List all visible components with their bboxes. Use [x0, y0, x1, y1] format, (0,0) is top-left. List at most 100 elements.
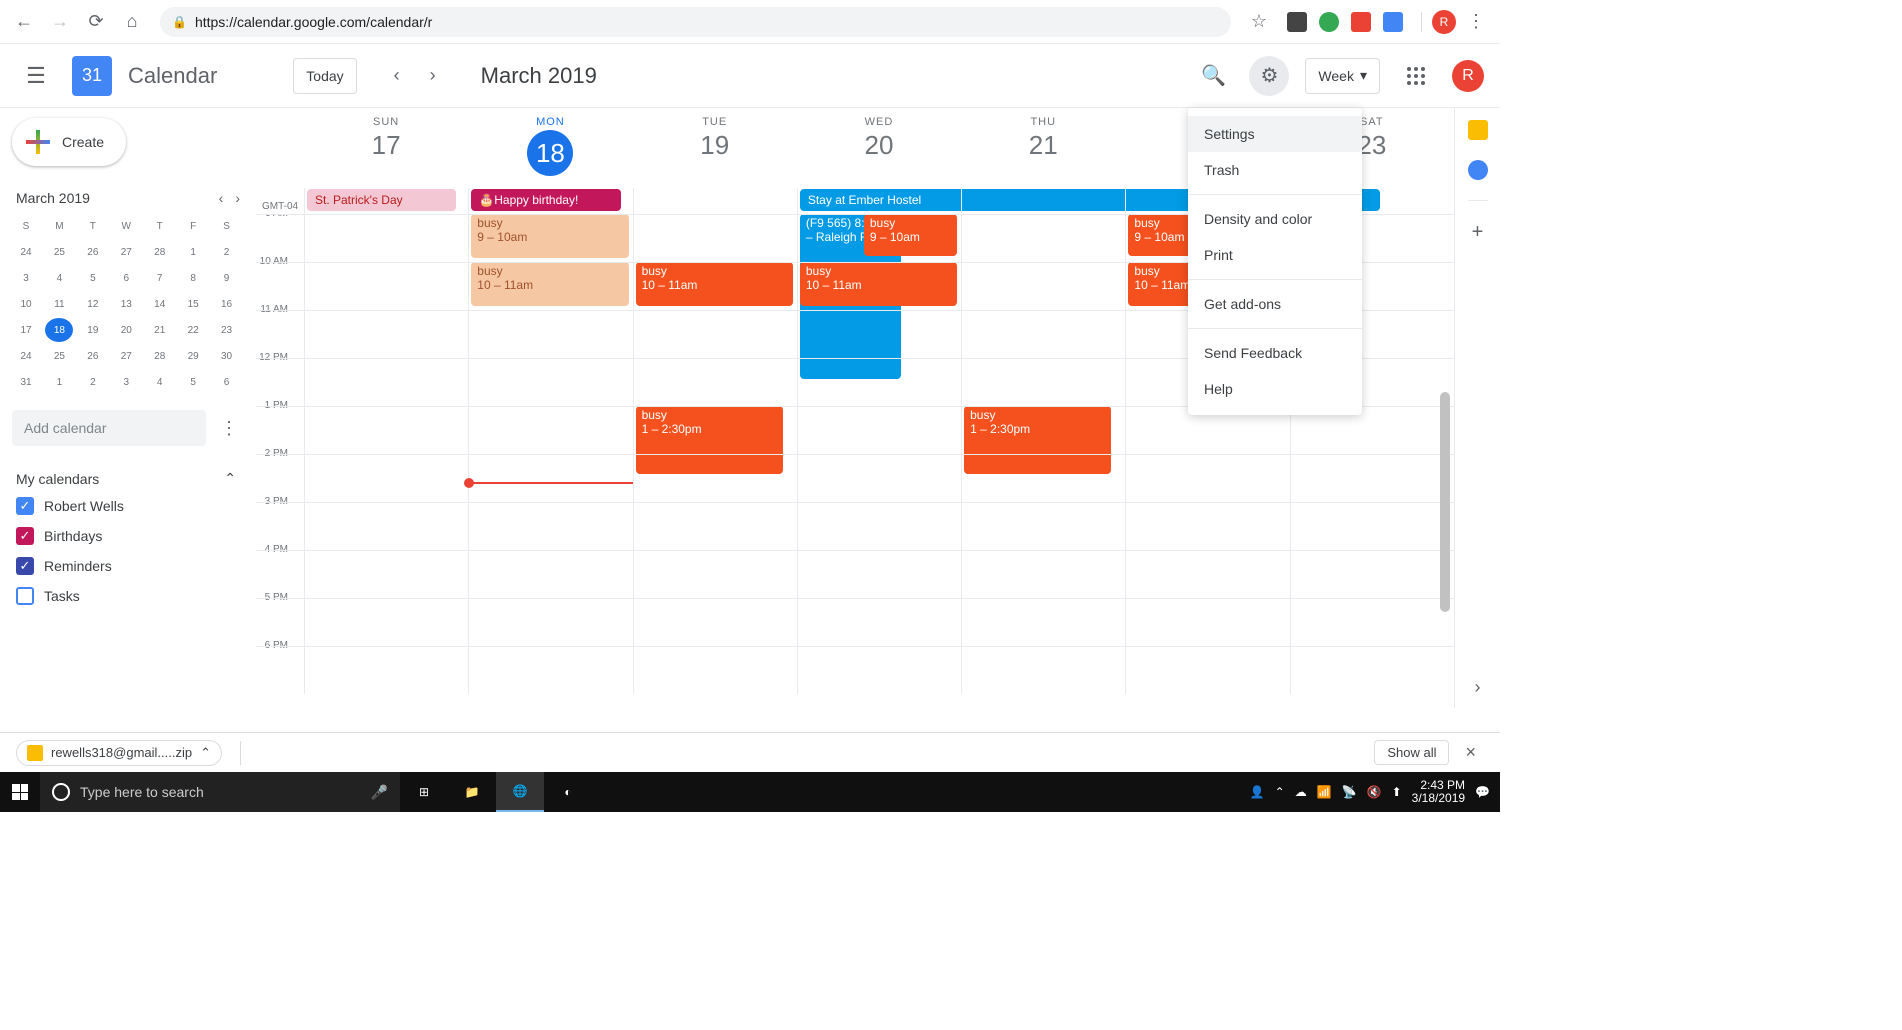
notifications-icon[interactable]: 💬	[1475, 785, 1490, 799]
google-apps-button[interactable]	[1396, 56, 1436, 96]
address-bar[interactable]: 🔒 https://calendar.google.com/calendar/r	[160, 7, 1231, 37]
mic-icon[interactable]: 🎤	[371, 784, 388, 801]
sync-icon[interactable]: ⬆	[1392, 785, 1402, 799]
mini-prev-button[interactable]: ‹	[219, 190, 224, 206]
day-header[interactable]: WED20	[797, 108, 961, 186]
day-column[interactable]: busy1 – 2:30pm	[961, 214, 1125, 694]
browser-menu-icon[interactable]: ⋮	[1460, 6, 1492, 38]
mini-day[interactable]: 30	[213, 344, 241, 368]
my-calendars-header[interactable]: My calendars ⌃	[12, 466, 244, 491]
next-period-button[interactable]: ›	[417, 60, 449, 92]
mini-day[interactable]: 5	[179, 370, 207, 394]
add-calendar-input[interactable]: Add calendar	[12, 410, 206, 446]
add-addon-button[interactable]: +	[1472, 221, 1484, 244]
mini-day[interactable]: 28	[146, 240, 174, 264]
view-selector[interactable]: Week ▾	[1305, 58, 1380, 94]
mini-day[interactable]: 26	[79, 240, 107, 264]
mini-day[interactable]: 24	[12, 240, 40, 264]
reload-button[interactable]: ⟳	[80, 6, 112, 38]
mini-day[interactable]: 24	[12, 344, 40, 368]
add-calendar-menu[interactable]: ⋮	[214, 418, 244, 439]
profile-avatar[interactable]: R	[1432, 10, 1456, 34]
mini-day[interactable]: 17	[12, 318, 40, 342]
calendar-event[interactable]: busy9 – 10am	[864, 214, 957, 256]
menu-item-feedback[interactable]: Send Feedback	[1188, 335, 1362, 371]
calendar-toggle[interactable]: ✓Reminders	[12, 551, 244, 581]
mini-day[interactable]: 3	[12, 266, 40, 290]
mini-day[interactable]: 26	[79, 344, 107, 368]
calendar-event[interactable]: busy10 – 11am	[636, 262, 793, 306]
extension-icon[interactable]	[1351, 12, 1371, 32]
day-column[interactable]: (F9 565) 8:35am – Raleigh R busy9 – 10am…	[797, 214, 961, 694]
checkbox[interactable]: ✓	[16, 557, 34, 575]
day-column[interactable]: busy10 – 11am busy1 – 2:30pm	[633, 214, 797, 694]
scrollbar-thumb[interactable]	[1440, 392, 1450, 612]
close-download-bar[interactable]: ×	[1457, 742, 1484, 763]
steam-icon[interactable]: ◐	[544, 772, 592, 812]
mini-day[interactable]: 20	[112, 318, 140, 342]
calendar-toggle[interactable]: Tasks	[12, 581, 244, 611]
network-icon[interactable]: 📶	[1317, 785, 1332, 799]
mini-day[interactable]: 23	[213, 318, 241, 342]
mini-day[interactable]: 16	[213, 292, 241, 316]
wifi-icon[interactable]: 📡	[1342, 785, 1357, 799]
task-view-button[interactable]: ⊞	[400, 772, 448, 812]
mini-day[interactable]: 2	[213, 240, 241, 264]
day-column[interactable]	[304, 214, 468, 694]
mini-day[interactable]: 25	[45, 344, 73, 368]
today-button[interactable]: Today	[293, 58, 356, 94]
search-button[interactable]: 🔍	[1193, 56, 1233, 96]
day-column[interactable]: busy9 – 10am busy10 – 11am	[468, 214, 632, 694]
mini-day[interactable]: 3	[112, 370, 140, 394]
day-header[interactable]: SUN17	[304, 108, 468, 186]
calendar-event[interactable]: busy10 – 11am	[800, 262, 957, 306]
calendar-toggle[interactable]: ✓Birthdays	[12, 521, 244, 551]
calendar-event[interactable]: busy10 – 11am	[471, 262, 628, 306]
day-header[interactable]: THU21	[961, 108, 1125, 186]
mini-day[interactable]: 7	[146, 266, 174, 290]
checkbox[interactable]: ✓	[16, 527, 34, 545]
day-header[interactable]: MON18	[468, 108, 632, 186]
mini-day[interactable]: 10	[12, 292, 40, 316]
settings-button[interactable]: ⚙	[1249, 56, 1289, 96]
mini-day[interactable]: 31	[12, 370, 40, 394]
menu-item-settings[interactable]: Settings	[1188, 116, 1362, 152]
prev-period-button[interactable]: ‹	[381, 60, 413, 92]
expand-side-panel[interactable]: ›	[1475, 677, 1481, 698]
mini-day[interactable]: 6	[112, 266, 140, 290]
keep-icon[interactable]	[1468, 120, 1488, 140]
account-avatar[interactable]: R	[1452, 60, 1484, 92]
day-header[interactable]: TUE19	[633, 108, 797, 186]
mini-day[interactable]: 14	[146, 292, 174, 316]
mini-day[interactable]: 1	[45, 370, 73, 394]
mini-day[interactable]: 11	[45, 292, 73, 316]
forward-button[interactable]: →	[44, 6, 76, 38]
start-button[interactable]	[0, 772, 40, 812]
mini-day[interactable]: 12	[79, 292, 107, 316]
clock[interactable]: 2:43 PM 3/18/2019	[1412, 779, 1465, 805]
tray-chevron-icon[interactable]: ⌃	[1275, 785, 1285, 799]
mini-day[interactable]: 29	[179, 344, 207, 368]
onedrive-icon[interactable]: ☁	[1295, 785, 1307, 799]
show-all-downloads[interactable]: Show all	[1374, 740, 1449, 765]
mini-day[interactable]: 22	[179, 318, 207, 342]
checkbox[interactable]	[16, 587, 34, 605]
menu-item-addons[interactable]: Get add-ons	[1188, 286, 1362, 322]
download-chip[interactable]: rewells318@gmail.....zip ⌃	[16, 740, 222, 766]
chrome-icon[interactable]: 🌐	[496, 772, 544, 812]
mini-day[interactable]: 6	[213, 370, 241, 394]
extension-icon[interactable]	[1383, 12, 1403, 32]
tasks-icon[interactable]	[1468, 160, 1488, 180]
checkbox[interactable]: ✓	[16, 497, 34, 515]
mini-day[interactable]: 21	[146, 318, 174, 342]
mini-day[interactable]: 18	[45, 318, 73, 342]
extension-icon[interactable]	[1287, 12, 1307, 32]
mini-day[interactable]: 8	[179, 266, 207, 290]
menu-item-help[interactable]: Help	[1188, 371, 1362, 407]
mini-day[interactable]: 13	[112, 292, 140, 316]
create-button[interactable]: Create	[12, 118, 126, 166]
calendar-toggle[interactable]: ✓Robert Wells	[12, 491, 244, 521]
mini-next-button[interactable]: ›	[235, 190, 240, 206]
allday-event[interactable]: 🎂 Happy birthday!	[471, 189, 620, 211]
calendar-event[interactable]: busy9 – 10am	[471, 214, 628, 258]
